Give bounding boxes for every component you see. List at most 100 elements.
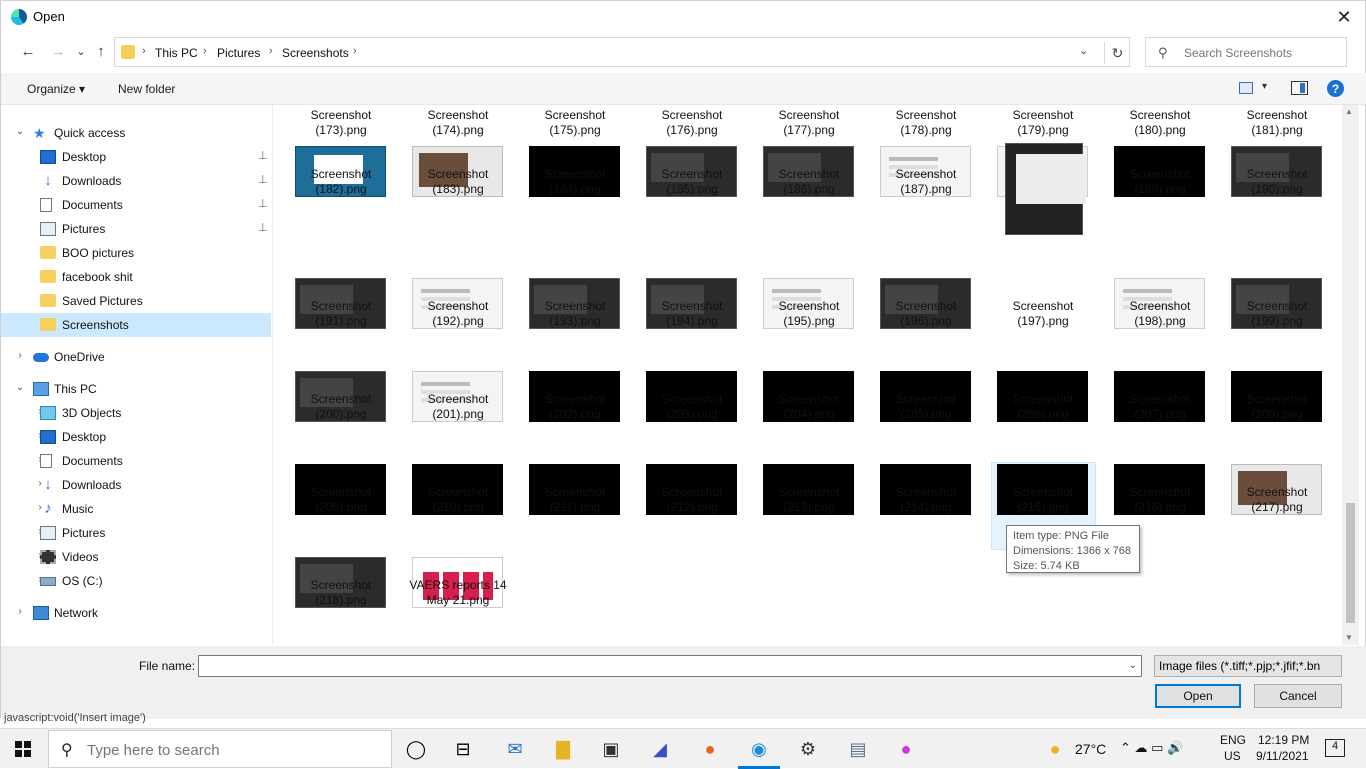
close-icon[interactable]: ✕ bbox=[1331, 5, 1357, 29]
firefox-icon[interactable]: ● bbox=[697, 736, 723, 762]
file-item[interactable]: Screenshot (183).png bbox=[398, 105, 513, 198]
file-item[interactable]: Screenshot (203).png bbox=[632, 330, 747, 423]
mail-icon[interactable]: ✉ bbox=[502, 736, 528, 762]
scroll-thumb[interactable] bbox=[1346, 503, 1355, 623]
view-options-dropdown-icon[interactable]: ▾ bbox=[1262, 81, 1267, 92]
file-item[interactable]: Screenshot (201).png bbox=[398, 330, 513, 423]
chevron-down-icon[interactable]: ⌄ bbox=[15, 126, 25, 137]
up-arrow-icon[interactable]: ↑ bbox=[91, 41, 111, 61]
sidebar-item-documents[interactable]: Documents ⊥ bbox=[1, 193, 271, 217]
file-item[interactable]: Screenshot (198).png bbox=[1100, 237, 1215, 330]
preview-pane-icon[interactable] bbox=[1291, 81, 1308, 95]
file-item[interactable]: Screenshot (192).png bbox=[398, 237, 513, 330]
file-item[interactable]: Screenshot (197).png bbox=[983, 143, 1098, 330]
sidebar-item-downloads[interactable]: ↓ Downloads ⊥ bbox=[1, 169, 271, 193]
file-item[interactable]: Screenshot (213).png bbox=[749, 423, 864, 516]
recent-locations-chevron-icon[interactable]: ⌄ bbox=[71, 41, 91, 61]
sidebar-item-this-pc[interactable]: ⌄ This PC bbox=[1, 377, 271, 401]
file-item[interactable]: Screenshot (218).png bbox=[281, 516, 396, 609]
sidebar-item-network[interactable]: › Network bbox=[1, 601, 271, 625]
organize-button[interactable]: Organize ▾ bbox=[27, 82, 85, 96]
file-item[interactable]: VAERS reports 14 May 21.png bbox=[398, 516, 513, 609]
file-item[interactable]: Screenshot (214).png bbox=[866, 423, 981, 516]
file-item[interactable]: Screenshot (206).png bbox=[983, 330, 1098, 423]
input-region[interactable]: US bbox=[1224, 749, 1241, 763]
new-folder-button[interactable]: New folder bbox=[118, 82, 175, 96]
sidebar-item-pictures[interactable]: ›Pictures bbox=[1, 521, 271, 545]
sidebar-item-pictures[interactable]: Pictures ⊥ bbox=[1, 217, 271, 241]
sidebar-item-boo-pictures[interactable]: BOO pictures bbox=[1, 241, 271, 265]
file-item[interactable]: Screenshot (187).png bbox=[866, 105, 981, 198]
sidebar-item-downloads[interactable]: › ↓ Downloads bbox=[1, 473, 271, 497]
file-item[interactable]: Screenshot (216).png bbox=[1100, 423, 1215, 516]
store-icon[interactable]: ▣ bbox=[598, 736, 624, 762]
file-item[interactable]: Screenshot (193).png bbox=[515, 237, 630, 330]
help-icon[interactable]: ? bbox=[1327, 80, 1344, 97]
file-name-input[interactable] bbox=[199, 656, 1119, 676]
file-item[interactable]: Screenshot (189).png bbox=[1100, 105, 1215, 198]
file-item[interactable]: Screenshot (195).png bbox=[749, 237, 864, 330]
change-view-icon[interactable] bbox=[1239, 82, 1253, 94]
sidebar-item-onedrive[interactable]: › OneDrive bbox=[1, 345, 271, 369]
open-button[interactable]: Open bbox=[1155, 684, 1241, 708]
breadcrumb-this-pc[interactable]: This PC bbox=[155, 46, 198, 60]
file-type-select[interactable]: Image files (*.tiff;*.pjp;*.jfif;*.bn bbox=[1154, 655, 1342, 677]
file-name-field[interactable]: ⌄ bbox=[198, 655, 1142, 677]
weather-sun-icon[interactable]: ● bbox=[1042, 736, 1068, 762]
file-item[interactable]: Screenshot (186).png bbox=[749, 105, 864, 198]
notification-center-icon[interactable]: 4 bbox=[1325, 739, 1345, 757]
chevron-down-icon[interactable]: ⌄ bbox=[15, 382, 25, 393]
file-item[interactable]: Screenshot (208).png bbox=[1217, 330, 1332, 423]
file-item[interactable]: Screenshot (202).png bbox=[515, 330, 630, 423]
file-item[interactable]: Screenshot (207).png bbox=[1100, 330, 1215, 423]
file-item[interactable]: Screenshot (191).png bbox=[281, 237, 396, 330]
file-item[interactable]: Screenshot (204).png bbox=[749, 330, 864, 423]
file-item[interactable]: Screenshot (194).png bbox=[632, 237, 747, 330]
sidebar-item-desktop[interactable]: ›Desktop bbox=[1, 425, 271, 449]
scroll-down-icon[interactable]: ▼ bbox=[1345, 633, 1353, 642]
sidebar-item-3d-objects[interactable]: ›3D Objects bbox=[1, 401, 271, 425]
file-explorer-icon[interactable]: ▇ bbox=[550, 736, 576, 762]
breadcrumb-screenshots[interactable]: Screenshots bbox=[282, 46, 349, 60]
file-item[interactable]: Screenshot (209).png bbox=[281, 423, 396, 516]
settings-gear-icon[interactable]: ⚙ bbox=[795, 736, 821, 762]
taskbar-search-input[interactable] bbox=[87, 739, 377, 761]
scroll-up-icon[interactable]: ▲ bbox=[1345, 107, 1353, 116]
file-item[interactable]: Screenshot (210).png bbox=[398, 423, 513, 516]
file-item[interactable]: Screenshot (182).png bbox=[281, 105, 396, 198]
task-view-icon[interactable]: ⊟ bbox=[450, 736, 476, 762]
file-item[interactable]: Screenshot (199).png bbox=[1217, 237, 1332, 330]
file-item[interactable]: Screenshot (196).png bbox=[866, 237, 981, 330]
system-tray-icons[interactable]: ⌃ ☁ ▭ 🔊 bbox=[1120, 740, 1183, 756]
sidebar-item-videos[interactable]: ›Videos bbox=[1, 545, 271, 569]
back-arrow-icon[interactable]: ← bbox=[18, 41, 38, 61]
address-dropdown-icon[interactable]: ⌄ bbox=[1079, 44, 1088, 57]
edge-icon[interactable]: ◉ bbox=[738, 736, 780, 769]
sidebar-item-music[interactable]: › ♪ Music bbox=[1, 497, 271, 521]
sidebar-item-quick-access[interactable]: ⌄ ★ Quick access bbox=[1, 121, 271, 145]
weather-temperature[interactable]: 27°C bbox=[1075, 741, 1106, 757]
chevron-right-icon[interactable]: › bbox=[15, 606, 25, 617]
media-app-icon[interactable]: ◢ bbox=[647, 736, 673, 762]
file-item[interactable]: Screenshot (212).png bbox=[632, 423, 747, 516]
chevron-right-icon[interactable]: › bbox=[15, 350, 25, 361]
refresh-icon[interactable]: ↻ bbox=[1104, 42, 1130, 64]
windows-start-icon[interactable] bbox=[15, 741, 31, 757]
cancel-button[interactable]: Cancel bbox=[1254, 684, 1342, 708]
clock-time[interactable]: 12:19 PM bbox=[1258, 733, 1309, 747]
sidebar-item-facebook-shit[interactable]: facebook shit bbox=[1, 265, 271, 289]
search-input[interactable] bbox=[1184, 43, 1342, 63]
sidebar-item-documents[interactable]: ›Documents bbox=[1, 449, 271, 473]
sidebar-item-screenshots[interactable]: Screenshots bbox=[1, 313, 271, 337]
file-item[interactable]: Screenshot (184).png bbox=[515, 105, 630, 198]
file-name-dropdown-icon[interactable]: ⌄ bbox=[1129, 660, 1137, 671]
file-item[interactable]: Screenshot (205).png bbox=[866, 330, 981, 423]
file-item[interactable]: Screenshot (211).png bbox=[515, 423, 630, 516]
sidebar-item-desktop[interactable]: Desktop ⊥ bbox=[1, 145, 271, 169]
photos-icon[interactable]: ▤ bbox=[845, 736, 871, 762]
cortana-icon[interactable]: ◯ bbox=[403, 736, 429, 762]
vertical-scrollbar[interactable]: ▲ ▼ bbox=[1342, 105, 1359, 645]
file-item[interactable]: Screenshot (217).png bbox=[1217, 423, 1332, 516]
taskbar-search-box[interactable]: ⚲ bbox=[48, 730, 392, 768]
sidebar-item-os-c[interactable]: ›OS (C:) bbox=[1, 569, 271, 593]
